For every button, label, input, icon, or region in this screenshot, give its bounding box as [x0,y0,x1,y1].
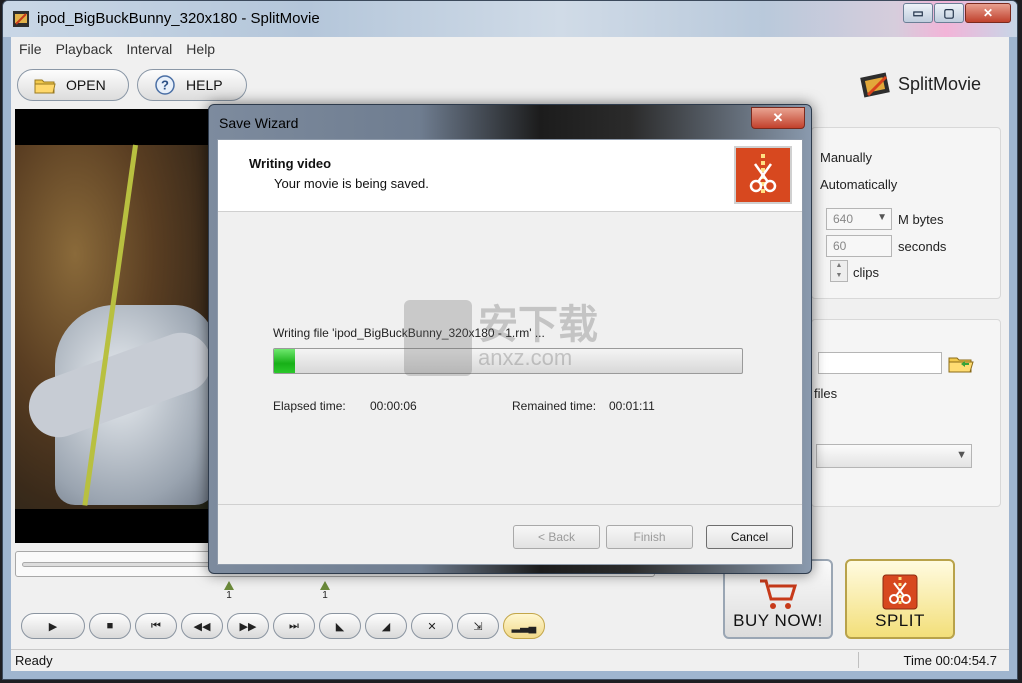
status-time: Time 00:04:54.7 [903,653,997,668]
brand-name: SplitMovie [897,73,981,94]
export-icon: ⇲ [473,620,483,633]
open-label: OPEN [66,77,106,93]
menu-interval[interactable]: Interval [126,41,172,57]
duration-value: 60 [833,239,847,253]
menu-bar: File Playback Interval Help [11,37,1009,61]
finish-button[interactable]: Finish [606,525,693,549]
start-marker-label: 1 [226,590,232,601]
set-start-button[interactable]: ◣ [319,613,361,639]
close-button[interactable]: ✕ [965,3,1011,23]
stop-icon: ■ [106,620,114,632]
status-bar: Ready Time 00:04:54.7 [11,649,1009,671]
rewind-button[interactable]: ◀◀ [181,613,223,639]
elapsed-value: 00:00:06 [370,399,417,413]
set-start-icon: ◣ [335,620,345,633]
watermark: 安下载 anxz.com [404,300,598,376]
dialog-close-button[interactable]: ✕ [751,107,805,129]
clear-marker-button[interactable]: ✕ [411,613,453,639]
dialog-header: Writing video Your movie is being saved. [218,140,802,212]
set-end-button[interactable]: ◢ [365,613,407,639]
svg-text:?: ? [161,78,169,93]
duration-unit: seconds [898,239,947,254]
play-icon: ▶ [48,620,58,633]
start-marker[interactable]: 1 [223,581,235,601]
go-start-button[interactable]: ⏮ [135,613,177,639]
chevron-down-icon: ▼ [956,449,967,461]
set-end-icon: ◢ [381,620,391,633]
skip-end-icon: ⏭ [289,619,299,632]
remaining-value: 00:01:11 [609,399,655,413]
output-folder-field[interactable] [818,352,942,374]
maximize-button[interactable]: ▢ [934,3,964,23]
play-button[interactable]: ▶ [21,613,85,639]
end-marker[interactable]: 1 [319,581,331,601]
size-value: 640 [833,212,854,226]
watermark-text: 安下载 [478,303,598,347]
status-divider [858,652,859,668]
remaining-label: Remained time: [512,399,597,413]
export-button[interactable]: ⇲ [457,613,499,639]
app-icon [13,11,29,27]
cart-icon [760,579,798,609]
help-button[interactable]: ? HELP [137,69,247,101]
playback-controls: ▶ ■ ⏮ ◀◀ ▶▶ ⏭ ◣ ◢ ✕ ⇲ ▂▃▄ [21,613,545,639]
menu-file[interactable]: File [19,41,42,57]
watermark-sub: anxz.com [478,345,573,370]
split-label: SPLIT [875,611,925,630]
automatically-label[interactable]: Automatically [820,177,897,192]
help-icon: ? [155,75,175,95]
go-end-button[interactable]: ⏭ [273,613,315,639]
open-button[interactable]: OPEN [17,69,129,101]
volume-button[interactable]: ▂▃▄ [503,613,545,639]
split-mode-group: Manually Automatically 640 ▼ M bytes 60 … [811,127,1001,299]
menu-playback[interactable]: Playback [56,41,113,57]
duration-field[interactable]: 60 [826,235,892,257]
format-select[interactable]: ▼ [816,444,972,468]
rewind-icon: ◀◀ [193,620,211,633]
volume-bars-icon: ▂▃▄ [511,620,537,633]
title-bar[interactable]: ipod_BigBuckBunny_320x180 - SplitMovie ▭… [3,1,1017,37]
size-unit: M bytes [898,212,944,227]
video-preview [15,109,215,543]
film-icon [860,72,890,98]
back-button[interactable]: < Back [513,525,600,549]
buy-now-label: BUY NOW! [733,611,823,630]
clips-stepper[interactable]: ▲ ▼ [830,260,848,282]
stop-button[interactable]: ■ [89,613,131,639]
help-label: HELP [186,77,223,93]
manually-label[interactable]: Manually [820,150,872,165]
status-text: Ready [15,653,53,668]
video-frame [15,144,215,509]
split-button[interactable]: SPLIT [845,559,955,639]
dialog-divider [218,504,802,505]
cancel-button[interactable]: Cancel [706,525,793,549]
window-title: ipod_BigBuckBunny_320x180 - SplitMovie [37,10,320,27]
menu-help[interactable]: Help [186,41,215,57]
clips-unit: clips [853,265,880,280]
chevron-down-icon: ▼ [877,212,887,223]
end-marker-label: 1 [322,590,328,601]
shield-icon [404,300,472,376]
folder-icon [34,79,56,94]
minimize-button[interactable]: ▭ [903,3,933,23]
fast-forward-icon: ▶▶ [239,620,257,633]
size-select[interactable]: 640 ▼ [826,208,892,230]
forward-button[interactable]: ▶▶ [227,613,269,639]
scissors-film-icon [749,154,777,196]
browse-folder-icon[interactable] [948,354,974,374]
dialog-heading: Writing video [249,156,332,171]
brand-logo: SplitMovie [860,69,981,99]
output-group: files ▼ [811,319,1001,507]
clear-icon: ✕ [427,620,437,633]
skip-start-icon: ⏮ [151,619,161,632]
dialog-title: Save Wizard [219,115,299,131]
split-logo [734,146,792,204]
window-controls: ▭ ▢ ✕ [902,3,1011,25]
progress-fill [274,349,296,373]
files-label: files [814,386,838,401]
scissors-film-icon [882,574,918,610]
dialog-subheading: Your movie is being saved. [274,176,429,191]
elapsed-label: Elapsed time: [273,399,346,413]
